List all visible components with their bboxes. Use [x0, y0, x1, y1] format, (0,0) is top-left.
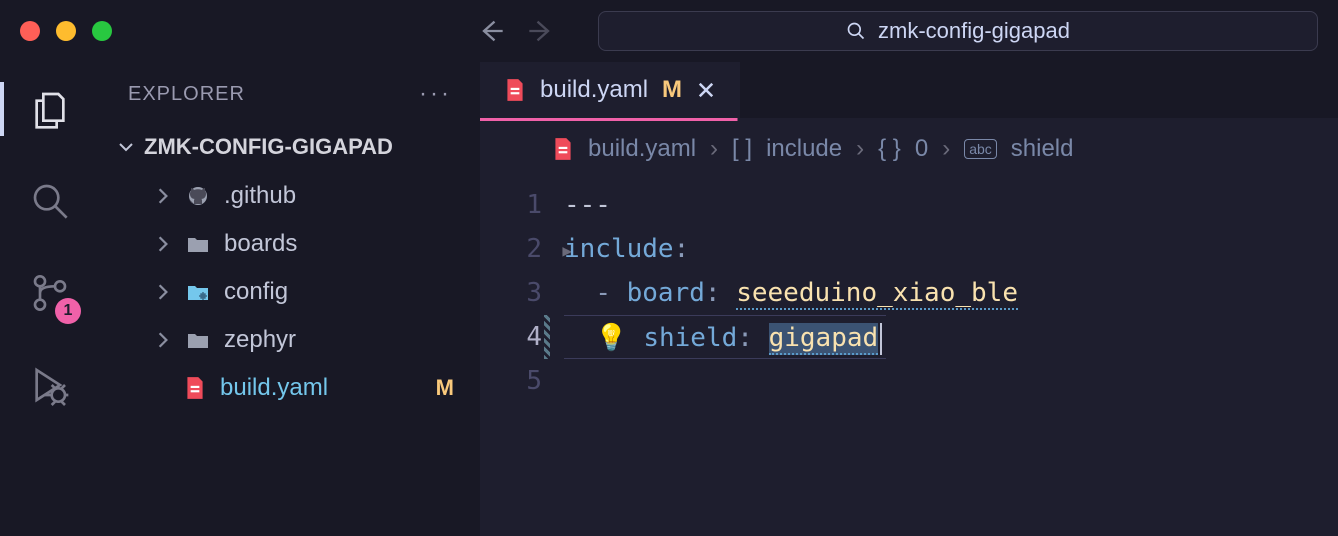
breadcrumb-seg3: shield — [1011, 135, 1074, 163]
code-key: include — [564, 234, 674, 264]
nav-forward-button[interactable] — [526, 16, 556, 46]
sidebar-more-button[interactable]: ··· — [419, 80, 452, 108]
sidebar-folder-github[interactable]: .github — [100, 172, 480, 220]
tab-build-yaml[interactable]: build.yaml M — [480, 62, 740, 118]
folder-label: config — [224, 278, 288, 306]
code-key: shield — [643, 323, 737, 353]
editor-tabs: build.yaml M — [480, 62, 1338, 118]
sidebar-title: EXPLORER — [128, 83, 245, 106]
tab-modified: M — [662, 76, 682, 104]
activity-run-debug[interactable] — [23, 358, 77, 412]
modified-indicator: M — [436, 375, 454, 401]
activity-search[interactable] — [23, 174, 77, 228]
object-icon: { } — [878, 135, 901, 163]
line-gutter: 1 2 3 4 5 ▶ — [480, 177, 564, 536]
breadcrumb[interactable]: build.yaml › [ ] include › { } 0 › abc s… — [480, 121, 1338, 177]
command-center[interactable]: zmk-config-gigapad — [598, 11, 1318, 51]
code-value-selected: gigapad — [769, 323, 879, 355]
breadcrumb-seg1: include — [766, 135, 842, 163]
tab-filename: build.yaml — [540, 76, 648, 104]
folder-label: .github — [224, 182, 296, 210]
sidebar-folder-zephyr[interactable]: zephyr — [100, 316, 480, 364]
lightbulb-icon[interactable]: 💡 — [595, 323, 627, 353]
code-value: seeeduino_xiao_ble — [736, 278, 1018, 310]
array-icon: [ ] — [732, 135, 752, 163]
close-window-button[interactable] — [20, 21, 40, 41]
breadcrumb-seg2: 0 — [915, 135, 928, 163]
text-cursor — [880, 323, 882, 355]
folder-label: boards — [224, 230, 297, 258]
nav-back-button[interactable] — [476, 16, 506, 46]
sidebar-file-build-yaml[interactable]: build.yaml M — [100, 364, 480, 412]
chevron-right-icon: › — [710, 135, 718, 163]
chevron-right-icon: › — [856, 135, 864, 163]
code-editor[interactable]: 1 2 3 4 5 ▶ --- include: - board: seeedu… — [480, 177, 1338, 536]
breadcrumb-file: build.yaml — [588, 135, 696, 163]
sidebar-root-folder[interactable]: ZMK-CONFIG-GIGAPAD — [100, 126, 480, 168]
file-label: build.yaml — [220, 374, 328, 402]
tab-close-button[interactable] — [696, 80, 716, 100]
string-icon: abc — [964, 139, 997, 159]
code-text: --- — [564, 190, 611, 220]
code-key: board — [627, 278, 705, 308]
minimize-window-button[interactable] — [56, 21, 76, 41]
activity-explorer[interactable] — [23, 82, 77, 136]
traffic-lights — [20, 21, 112, 41]
sidebar-folder-boards[interactable]: boards — [100, 220, 480, 268]
sidebar-folder-config[interactable]: config — [100, 268, 480, 316]
sidebar-root-label: ZMK-CONFIG-GIGAPAD — [144, 134, 393, 160]
scm-badge: 1 — [55, 298, 81, 324]
chevron-right-icon: › — [942, 135, 950, 163]
command-center-text: zmk-config-gigapad — [878, 18, 1070, 44]
folder-label: zephyr — [224, 326, 296, 354]
activity-source-control[interactable]: 1 — [23, 266, 77, 320]
maximize-window-button[interactable] — [92, 21, 112, 41]
